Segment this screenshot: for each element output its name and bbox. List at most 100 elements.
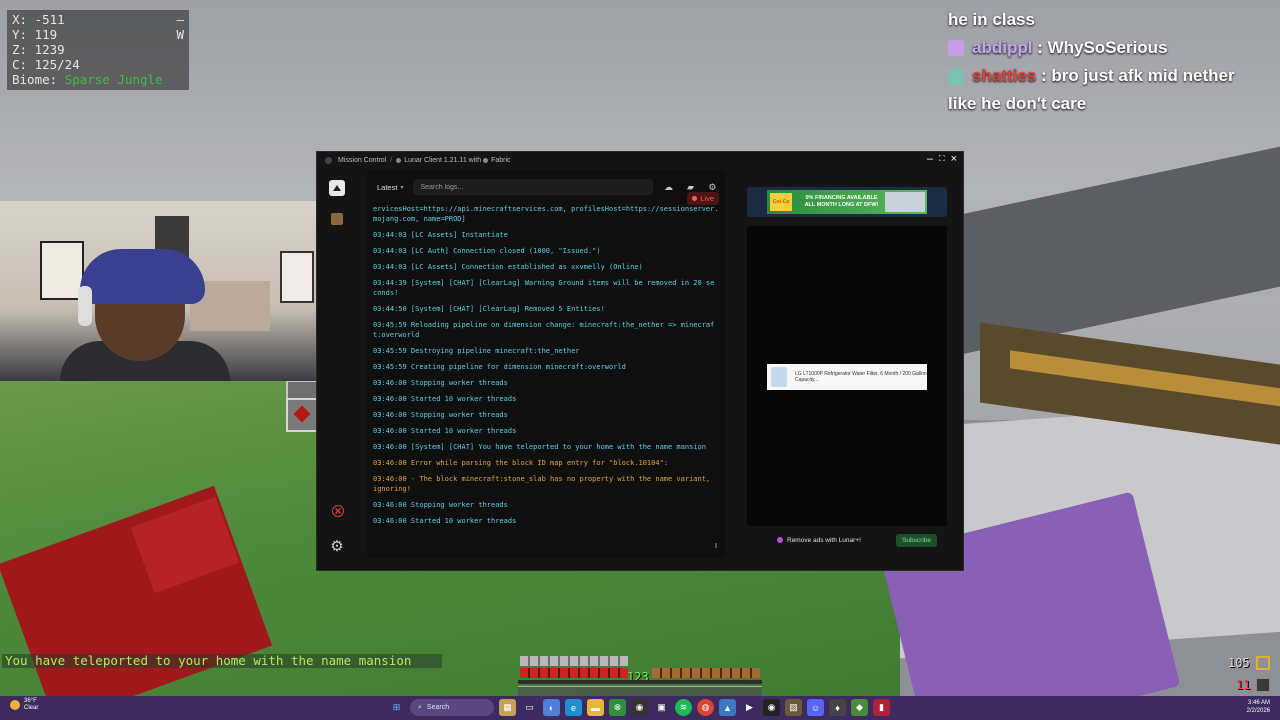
coord-z: Z: 1239	[12, 42, 65, 57]
lunar-client-icon[interactable]: ▮	[873, 699, 890, 716]
streamlabs-icon[interactable]: ◉	[763, 699, 780, 716]
remove-ads-label: Remove ads with Lunar+!	[787, 536, 861, 544]
redstone-icon	[293, 405, 311, 423]
coord-c: C: 125/24	[12, 57, 80, 72]
subscribe-button[interactable]: Subscribe	[896, 533, 937, 547]
log-entry: 03:45:59 Reloading pipeline on dimension…	[373, 321, 715, 339]
ad-banner-content: Cut-Ca 0% FINANCING AVAILABLE ALL MONTH …	[767, 190, 927, 214]
lunar-icon	[396, 157, 402, 163]
log-entry: 03:46:00 Started 10 worker threads	[373, 427, 517, 435]
log-search-box[interactable]	[413, 179, 654, 195]
streamer-cap	[80, 249, 205, 304]
log-entry: 03:44:03 [LC Auth] Connection closed (10…	[373, 247, 601, 255]
water-filter-image	[771, 367, 787, 387]
log-toolbar: Latest ▾ ☁ ▰ ⚙	[367, 170, 725, 204]
obs-icon[interactable]: ◉	[631, 699, 648, 716]
taskbar-search[interactable]: ⌕ Search	[410, 699, 494, 716]
game-chat-message: You have teleported to your home with th…	[2, 654, 442, 668]
log-version-dropdown[interactable]: Latest ▾	[373, 183, 407, 192]
chrome-icon[interactable]: ◍	[697, 699, 714, 716]
weather-widget[interactable]: 36°F Clear	[10, 698, 38, 712]
spotify-icon[interactable]: ≋	[675, 699, 692, 716]
lunar-plus-icon	[777, 537, 783, 543]
log-entry: 03:46:00 [System] [CHAT] You have telepo…	[373, 443, 706, 451]
ad-banner-mid[interactable]: LG LT1000P Refrigerator Water Filter, 6 …	[767, 364, 927, 390]
debug-coords-panel: X: -511 – Y: 119 W Z: 1239 C: 125/24 Biome…	[7, 10, 189, 90]
minecraft-block-button[interactable]	[331, 213, 343, 225]
window-controls: – ⛶ ×	[927, 153, 957, 165]
discord-icon[interactable]: ☺	[807, 699, 824, 716]
live-dot-icon	[692, 196, 698, 201]
ad-mid-text: LG LT1000P Refrigerator Water Filter, 6 …	[795, 371, 927, 383]
widgets-icon[interactable]: ▦	[499, 699, 516, 716]
live-badge[interactable]: Live	[687, 192, 719, 205]
ad-panel: Cut-Ca 0% FINANCING AVAILABLE ALL MONTH …	[747, 184, 947, 547]
scrollbar[interactable]	[715, 543, 717, 548]
title-bar: Mission Control / Lunar Client 1.21.11 w…	[317, 152, 963, 168]
capture-icon[interactable]: ▧	[785, 699, 802, 716]
lunar-client-window: Mission Control / Lunar Client 1.21.11 w…	[316, 151, 964, 571]
log-entry: 03:44:03 [LC Assets] Instantiate	[373, 231, 508, 239]
log-entry: 03:46:00 - The block minecraft:stone_sla…	[373, 475, 711, 493]
user-badge-icon	[948, 40, 964, 56]
breadcrumb-separator: /	[390, 156, 393, 164]
coord-facing-2: W	[176, 27, 184, 42]
poster	[280, 251, 314, 303]
media-icon[interactable]: ▶	[741, 699, 758, 716]
stream-chat-overlay: he in class abdippl : WhySoSerious shatt…	[948, 6, 1248, 118]
photos-icon[interactable]: ▲	[719, 699, 736, 716]
breadcrumb-version-label: Lunar Client 1.21.11 with	[404, 156, 482, 164]
user-badge-icon	[948, 68, 964, 85]
close-button[interactable]: ×	[951, 153, 957, 165]
task-view-icon[interactable]: ▭	[521, 699, 538, 716]
breadcrumb-mission-control[interactable]: Mission Control	[338, 157, 386, 164]
settings-gear-icon[interactable]: ⚙	[329, 538, 345, 555]
remove-ads-link[interactable]: Remove ads with Lunar+!	[777, 537, 861, 544]
ad-banner-top[interactable]: Cut-Ca 0% FINANCING AVAILABLE ALL MONTH …	[747, 187, 947, 217]
sidebar: × ⚙	[317, 168, 357, 570]
webcam-feed	[0, 201, 317, 381]
subscribe-label: Subscribe	[902, 536, 931, 544]
log-search-input[interactable]	[418, 182, 654, 192]
health-bar	[520, 668, 628, 678]
fabric-icon	[483, 157, 489, 163]
log-entry: 03:45:59 Destroying pipeline minecraft:t…	[373, 347, 580, 355]
log-entry: 03:44:03 [LC Assets] Connection establis…	[373, 263, 643, 271]
close-game-icon[interactable]: ×	[332, 505, 344, 517]
log-entry: 03:45:59 Creating pipeline for dimension…	[373, 363, 626, 371]
copilot-icon[interactable]: ◐	[543, 699, 560, 716]
start-icon[interactable]: ⊞	[388, 699, 405, 716]
taskbar-apps: ⊞ ⌕ Search ▦ ▭ ◐ e ▬ ⊗ ◉ ▣ ≋ ◍ ▲ ▶ ◉ ▧ ☺…	[388, 699, 890, 716]
log-entry: 03:44:39 [System] [CHAT] [ClearLag] Warn…	[373, 279, 715, 297]
store-icon[interactable]: ▣	[653, 699, 670, 716]
minimize-button[interactable]: –	[927, 153, 933, 165]
log-entry: 03:44:50 [System] [CHAT] [ClearLag] Remo…	[373, 305, 605, 313]
upload-icon[interactable]: ☁	[661, 180, 675, 194]
file-explorer-icon[interactable]: ▬	[587, 699, 604, 716]
ad-footer: Remove ads with Lunar+! Subscribe	[777, 531, 937, 549]
log-entry: 03:46:00 Error while parsing the block I…	[373, 459, 669, 467]
log-list[interactable]: ervicesHost=https://api.minecraftservice…	[367, 204, 725, 558]
headset	[78, 286, 92, 326]
clock-time: 3:46 AM	[1247, 700, 1270, 706]
item-icon	[1256, 678, 1270, 692]
log-viewer: Latest ▾ ☁ ▰ ⚙ ervicesHost=https://api.m…	[367, 170, 725, 558]
chat-line: abdippl : WhySoSerious	[948, 34, 1248, 62]
home-button[interactable]	[329, 180, 345, 196]
breadcrumb-version[interactable]: Lunar Client 1.21.11 with Fabric	[396, 156, 511, 164]
system-clock[interactable]: 3:46 AM 2/2/2026	[1247, 699, 1270, 715]
minecraft-launcher-icon[interactable]: ◆	[851, 699, 868, 716]
log-entry: 03:46:00 Started 10 worker threads	[373, 395, 517, 403]
hunger-bar	[652, 668, 760, 678]
clock-date: 2/2/2026	[1246, 708, 1270, 714]
xbox-icon[interactable]: ⊗	[609, 699, 626, 716]
breadcrumb-loader-label: Fabric	[491, 156, 511, 164]
ad-main-area: LG LT1000P Refrigerator Water Filter, 6 …	[747, 226, 947, 526]
ad-top-text: 0% FINANCING AVAILABLE ALL MONTH LONG AT…	[804, 195, 879, 208]
edge-icon[interactable]: e	[565, 699, 582, 716]
search-icon: ⌕	[418, 703, 422, 711]
maximize-button[interactable]: ⛶	[939, 153, 945, 165]
chat-line: shatties : bro just afk mid nether like …	[948, 62, 1248, 118]
biome-label: Biome:	[12, 72, 58, 87]
game-app-icon[interactable]: ♦	[829, 699, 846, 716]
